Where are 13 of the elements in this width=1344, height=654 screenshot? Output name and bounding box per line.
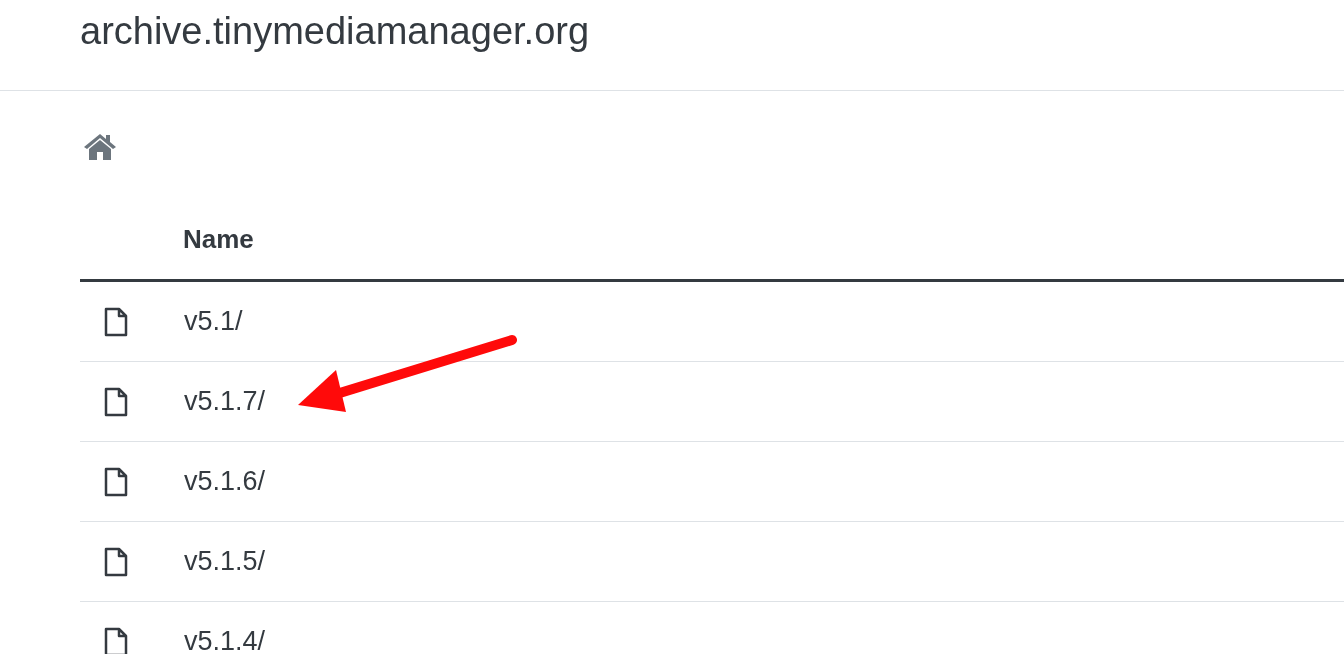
- folder-link[interactable]: v5.1.5/: [184, 541, 266, 582]
- column-header: Name: [183, 223, 254, 256]
- home-icon[interactable]: [83, 133, 117, 161]
- file-icon: [104, 626, 128, 654]
- file-icon: [104, 386, 128, 417]
- file-icon: [104, 306, 128, 337]
- folder-link[interactable]: v5.1/: [184, 301, 243, 342]
- folder-link[interactable]: v5.1.6/: [184, 461, 266, 502]
- file-icon: [104, 546, 128, 577]
- file-icon: [104, 466, 128, 497]
- folder-link[interactable]: v5.1.7/: [184, 381, 266, 422]
- folder-link[interactable]: v5.1.4/: [184, 621, 266, 654]
- site-title: archive.tinymediamanager.org: [80, 12, 590, 50]
